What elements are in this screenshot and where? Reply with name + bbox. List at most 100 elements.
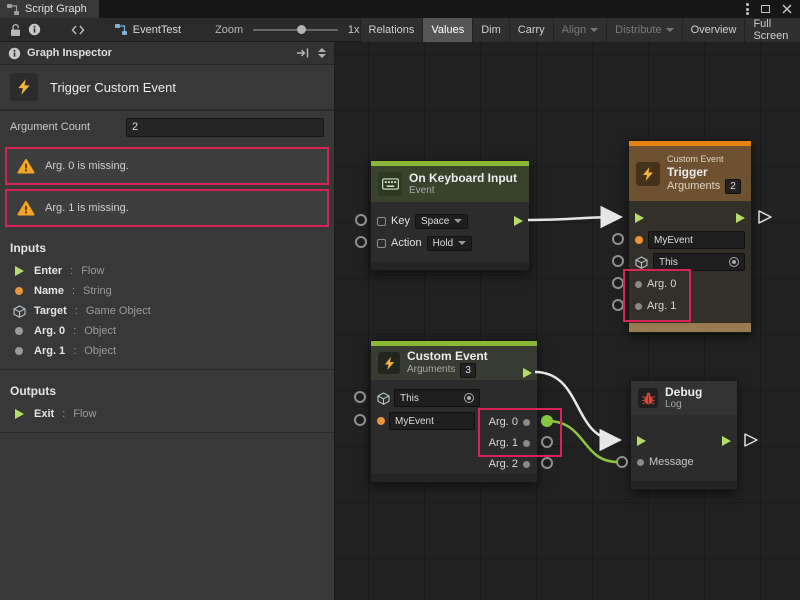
node-footer: [371, 474, 537, 482]
bug-icon: [638, 388, 658, 408]
object-picker-icon[interactable]: [729, 257, 739, 267]
node-debug-log[interactable]: Debug Log Message: [630, 380, 738, 490]
port-ring-key[interactable]: [355, 214, 367, 226]
cube-icon: [13, 305, 26, 318]
port-connected-arg0[interactable]: [541, 415, 553, 427]
port-name: Arg. 0: [34, 325, 65, 337]
target-field[interactable]: This: [653, 253, 745, 271]
warning-icon: [17, 200, 35, 216]
window-menu-kebab-icon[interactable]: [746, 2, 749, 17]
port-ring-receiver-target[interactable]: [354, 391, 366, 403]
keycap-icon: [377, 239, 386, 248]
zoom-slider[interactable]: [253, 29, 338, 31]
inspector-header: Graph Inspector: [0, 42, 334, 65]
carry-button[interactable]: Carry: [509, 18, 553, 42]
keyboard-icon: [378, 172, 402, 196]
object-port-icon[interactable]: [635, 281, 642, 288]
port-ring-trigger-arg1[interactable]: [612, 299, 624, 311]
asset-selector[interactable]: EventTest: [114, 23, 181, 36]
object-port-icon: [15, 327, 23, 335]
argument-count-row: Argument Count 2: [0, 111, 334, 143]
event-name-field[interactable]: MyEvent: [648, 231, 745, 249]
port-ring-trigger-target[interactable]: [612, 255, 624, 267]
input-row-enter: Enter : Flow: [0, 261, 334, 281]
maximize-icon[interactable]: [761, 5, 770, 13]
port-ring-receiver-name[interactable]: [354, 414, 366, 426]
flow-output-port[interactable]: [514, 216, 523, 226]
tab-title: Script Graph: [25, 3, 87, 15]
cube-icon[interactable]: [635, 256, 648, 269]
port-ring-trigger-arg0[interactable]: [612, 277, 624, 289]
string-port-icon: [15, 287, 23, 295]
port-name: Target: [34, 305, 67, 317]
cube-icon[interactable]: [377, 392, 390, 405]
separator: :: [72, 285, 75, 297]
target-field[interactable]: This: [394, 389, 480, 407]
port-type: Flow: [81, 265, 104, 277]
close-icon[interactable]: [782, 4, 792, 14]
info-icon: [8, 47, 21, 60]
object-port-icon[interactable]: [523, 461, 530, 468]
object-port-icon[interactable]: [635, 303, 642, 310]
inspected-unit-header: Trigger Custom Event: [0, 65, 334, 111]
port-type: Object: [84, 345, 116, 357]
window-controls: [746, 0, 800, 18]
tab-script-graph[interactable]: Script Graph: [0, 0, 99, 18]
flow-output-port[interactable]: [523, 368, 532, 378]
node-trigger-custom-event[interactable]: Custom Event Trigger Arguments 2 MyEve: [628, 140, 752, 333]
action-dropdown[interactable]: Hold: [427, 236, 473, 251]
port-name: Arg. 1: [34, 345, 65, 357]
flow-input-port[interactable]: [635, 213, 644, 223]
target-row: This: [377, 388, 480, 408]
lightning-icon: [636, 162, 660, 186]
node-header: Debug Log: [631, 381, 737, 415]
arg-label: Arg. 0: [647, 278, 676, 290]
distribute-button[interactable]: Distribute: [606, 18, 681, 42]
flow-output-port[interactable]: [736, 213, 745, 223]
inputs-header: Inputs: [0, 233, 334, 261]
node-footer: [371, 262, 529, 270]
arg1-row: Arg. 1: [463, 435, 533, 451]
object-port-icon: [15, 347, 23, 355]
argument-count-field[interactable]: 2: [126, 118, 324, 137]
arg0-row: Arg. 0: [463, 414, 533, 430]
values-button[interactable]: Values: [422, 18, 472, 42]
lock-icon[interactable]: [6, 19, 25, 41]
key-dropdown[interactable]: Space: [415, 214, 468, 229]
zoom-slider-handle[interactable]: [297, 25, 306, 34]
dim-button[interactable]: Dim: [472, 18, 509, 42]
graph-canvas[interactable]: On Keyboard Input Event Key Space: [335, 42, 800, 600]
flow-continue-arrow-icon: [745, 434, 757, 446]
object-port-icon[interactable]: [523, 419, 530, 426]
align-label: Align: [562, 24, 586, 36]
node-on-keyboard-input[interactable]: On Keyboard Input Event Key Space: [370, 160, 530, 271]
object-picker-icon[interactable]: [464, 393, 474, 403]
warning-arg0-missing: Arg. 0 is missing.: [5, 147, 329, 185]
dock-panel-icon[interactable]: [296, 46, 310, 60]
presets-stepper-icon[interactable]: [318, 48, 326, 58]
align-button[interactable]: Align: [553, 18, 606, 42]
zoom-label: Zoom: [215, 24, 243, 36]
port-ring-receiver-arg2[interactable]: [541, 457, 553, 469]
object-port-icon[interactable]: [523, 440, 530, 447]
port-ring-message[interactable]: [616, 456, 628, 468]
object-port-icon[interactable]: [637, 459, 644, 466]
unity-visual-scripting-window: Script Graph: [0, 0, 800, 600]
target-value: This: [659, 257, 678, 268]
string-port-icon[interactable]: [635, 236, 643, 244]
code-icon[interactable]: [69, 19, 88, 41]
string-port-icon[interactable]: [377, 417, 385, 425]
argument-count-badge: 3: [460, 363, 476, 378]
flow-output-port[interactable]: [722, 436, 731, 446]
relations-button[interactable]: Relations: [360, 18, 423, 42]
info-icon[interactable]: [25, 19, 44, 41]
flow-input-port[interactable]: [637, 436, 646, 446]
node-custom-event[interactable]: Custom Event Arguments 3 This: [370, 340, 538, 483]
full-screen-button[interactable]: Full Screen: [744, 18, 800, 42]
inputs-section: Inputs Enter : Flow Name : String: [0, 227, 334, 370]
port-ring-action[interactable]: [355, 236, 367, 248]
port-ring-receiver-arg1[interactable]: [541, 436, 553, 448]
separator: :: [62, 408, 65, 420]
port-ring-trigger-name[interactable]: [612, 233, 624, 245]
overview-button[interactable]: Overview: [682, 18, 745, 42]
